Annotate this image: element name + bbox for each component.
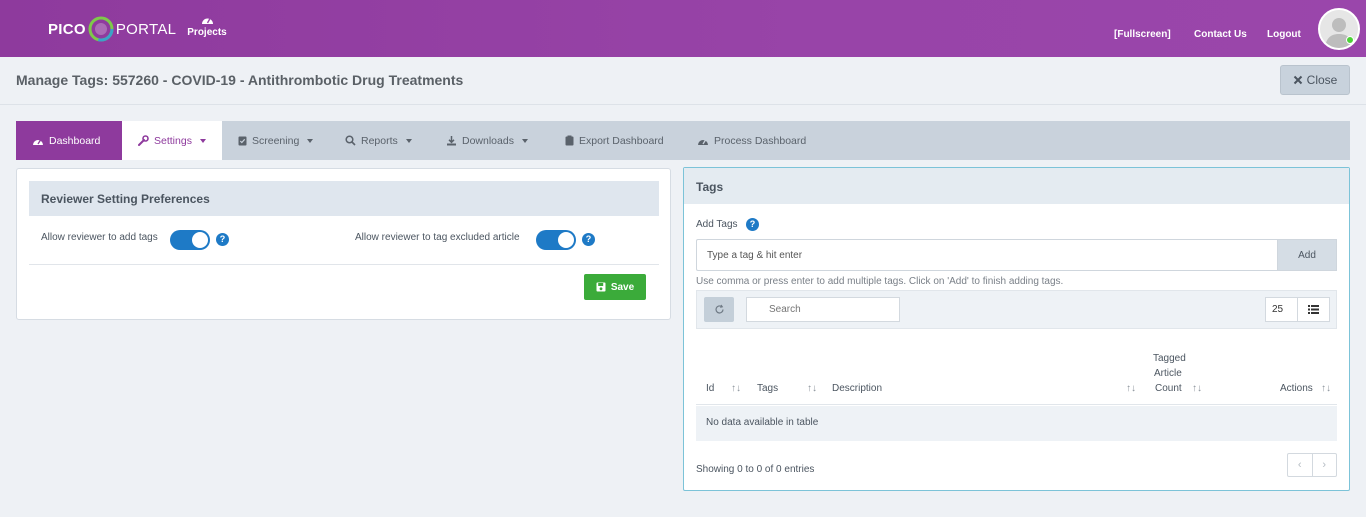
close-label: Close	[1306, 73, 1338, 87]
close-button[interactable]: Close	[1280, 65, 1350, 95]
tab-screening[interactable]: Screening	[222, 121, 329, 160]
page-size-select[interactable]: 25	[1265, 297, 1298, 322]
tab-export-dashboard[interactable]: Export Dashboard	[549, 121, 680, 160]
save-button[interactable]: Save	[584, 274, 646, 300]
empty-table-message: No data available in table	[696, 406, 1337, 441]
logo-pico-text: PICO	[48, 20, 86, 38]
chevron-down-icon	[405, 138, 412, 143]
table-info: Showing 0 to 0 of 0 entries	[696, 464, 815, 475]
tab-bar: Dashboard Settings Screening Reports Dow…	[16, 121, 1350, 160]
tags-panel-title: Tags	[684, 168, 1349, 204]
allow-tag-excluded-label: Allow reviewer to tag excluded article	[355, 232, 520, 243]
tab-dashboard[interactable]: Dashboard	[16, 121, 122, 160]
add-tags-hint: Use comma or press enter to add multiple…	[696, 276, 1064, 287]
tab-export-dashboard-label: Export Dashboard	[579, 134, 664, 147]
tab-reports-label: Reports	[361, 134, 398, 147]
list-icon	[1308, 305, 1319, 314]
column-header-tags[interactable]: Tags	[757, 383, 778, 394]
add-tag-button[interactable]: Add	[1277, 239, 1337, 271]
refresh-icon	[714, 304, 724, 314]
nav-projects-label: Projects	[187, 27, 227, 38]
tab-downloads[interactable]: Downloads	[430, 121, 544, 160]
previous-page-button[interactable]: ‹	[1288, 454, 1313, 476]
pagination: ‹ ›	[1287, 453, 1337, 477]
nav-projects-link[interactable]: Projects	[186, 14, 228, 38]
sort-icon[interactable]: ↑↓	[1126, 383, 1136, 394]
column-header-id[interactable]: Id	[706, 383, 714, 394]
tab-process-dashboard[interactable]: Process Dashboard	[681, 121, 822, 160]
avatar[interactable]	[1318, 8, 1360, 50]
column-header-description[interactable]: Description	[832, 383, 882, 394]
column-toggle-button[interactable]	[1297, 297, 1330, 322]
tag-input[interactable]	[696, 239, 1278, 271]
floppy-disk-icon	[596, 282, 606, 292]
tab-settings[interactable]: Settings	[122, 121, 222, 160]
chevron-down-icon	[307, 138, 314, 143]
tags-panel: Tags Add Tags ? Add Use comma or press e…	[683, 167, 1350, 491]
sort-icon[interactable]: ↑↓	[1321, 383, 1331, 394]
table-header-divider	[696, 404, 1337, 405]
help-icon[interactable]: ?	[216, 233, 229, 246]
next-page-button[interactable]: ›	[1313, 454, 1337, 476]
allow-add-tags-toggle[interactable]	[170, 230, 210, 250]
pico-portal-logo[interactable]: PICO PORTAL	[48, 14, 176, 44]
help-icon[interactable]: ?	[746, 218, 759, 231]
page-title: Manage Tags: 557260 - COVID-19 - Antithr…	[16, 72, 464, 88]
contact-us-link[interactable]: Contact Us	[1194, 29, 1247, 40]
sort-icon[interactable]: ↑↓	[807, 383, 817, 394]
close-icon	[1293, 75, 1302, 85]
logo-ring-icon	[87, 15, 115, 43]
divider	[29, 264, 659, 265]
search-input[interactable]	[746, 297, 900, 322]
logo-portal-text: PORTAL	[115, 20, 177, 38]
tab-reports[interactable]: Reports	[329, 121, 428, 160]
column-header-count-line2[interactable]: Article	[1154, 368, 1182, 379]
online-status-dot	[1346, 36, 1354, 44]
clipboard-icon	[565, 135, 574, 146]
allow-add-tags-label: Allow reviewer to add tags	[41, 232, 158, 243]
tab-screening-label: Screening	[252, 134, 300, 147]
dashboard-icon	[201, 18, 213, 24]
reviewer-preferences-panel: Reviewer Setting Preferences Allow revie…	[16, 168, 671, 320]
help-icon[interactable]: ?	[582, 233, 595, 246]
dashboard-icon	[33, 139, 43, 145]
logout-link[interactable]: Logout	[1267, 29, 1301, 40]
column-header-actions[interactable]: Actions	[1280, 383, 1313, 394]
add-tags-label: Add Tags	[696, 219, 738, 230]
search-icon	[345, 135, 356, 146]
save-label: Save	[610, 281, 635, 293]
chevron-down-icon	[521, 138, 528, 143]
column-header-count-line3[interactable]: Count	[1155, 383, 1182, 394]
dashboard-icon	[698, 139, 708, 145]
chevron-down-icon	[199, 138, 206, 143]
sort-icon[interactable]: ↑↓	[1192, 383, 1202, 394]
table-toolbar: 25	[696, 290, 1337, 329]
fullscreen-link[interactable]: [Fullscreen]	[1114, 29, 1171, 40]
tab-downloads-label: Downloads	[462, 134, 514, 147]
clipboard-check-icon	[238, 136, 247, 146]
allow-tag-excluded-toggle[interactable]	[536, 230, 576, 250]
tab-process-dashboard-label: Process Dashboard	[714, 134, 807, 147]
tab-dashboard-label: Dashboard	[49, 134, 101, 147]
wrench-icon	[138, 135, 149, 146]
sort-icon[interactable]: ↑↓	[731, 383, 741, 394]
reviewer-preferences-title: Reviewer Setting Preferences	[29, 181, 659, 216]
refresh-button[interactable]	[704, 297, 734, 322]
tab-settings-label: Settings	[154, 134, 192, 147]
column-header-count-line1[interactable]: Tagged	[1153, 353, 1186, 364]
download-icon	[447, 136, 456, 146]
